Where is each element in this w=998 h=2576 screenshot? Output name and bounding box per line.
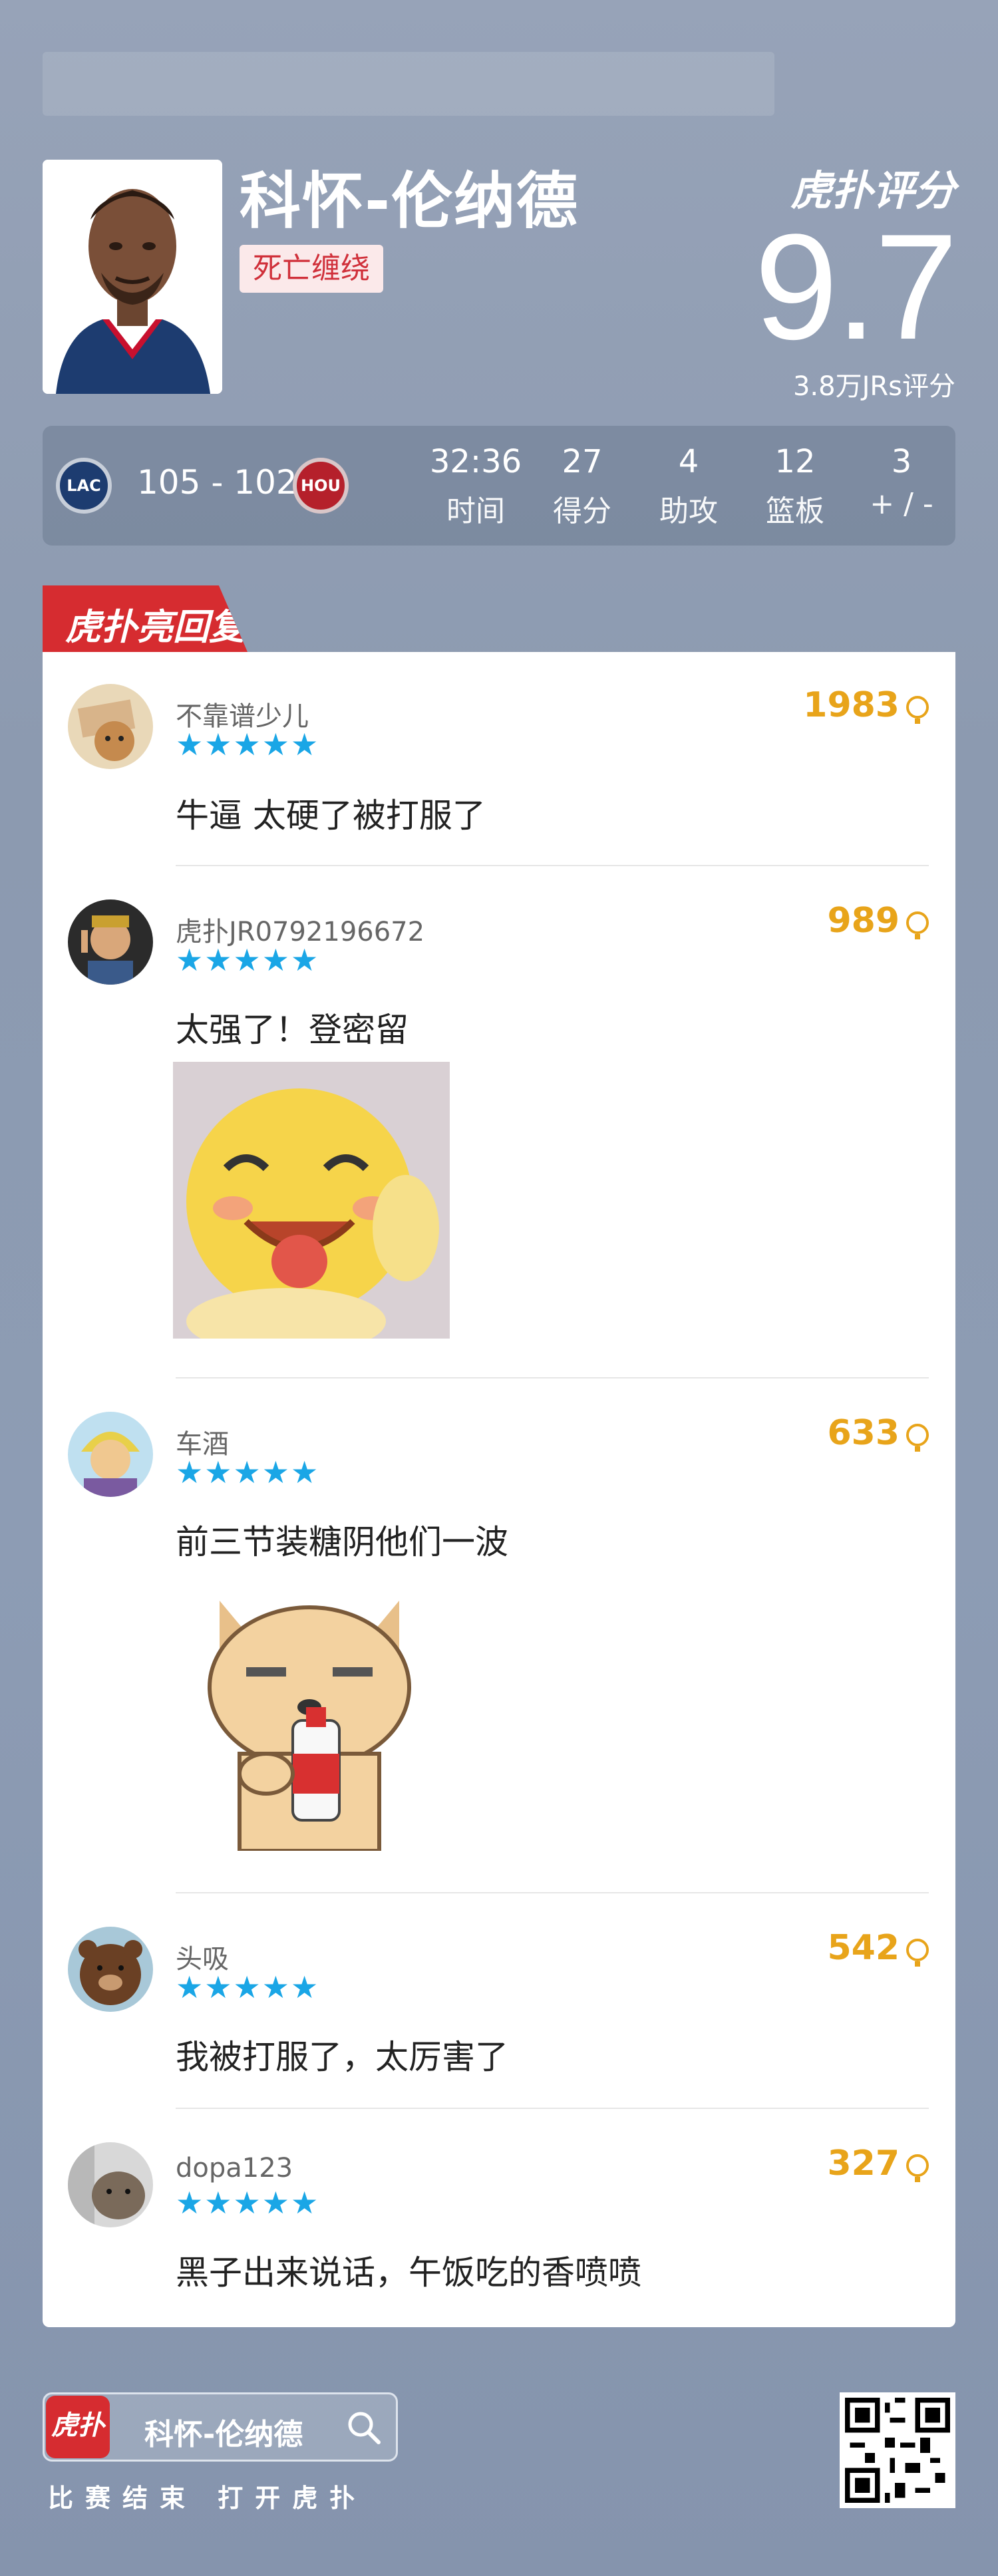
lightbulb-icon[interactable] xyxy=(906,2154,929,2182)
stat-value: 12 xyxy=(774,443,816,480)
divider xyxy=(176,2108,929,2109)
lightbulb-icon[interactable] xyxy=(906,1424,929,1452)
stat-label: 得分 xyxy=(553,494,611,528)
stat-plus-minus: 3 + / - xyxy=(852,443,951,521)
lightbulb-icon[interactable] xyxy=(906,1939,929,1967)
like-count[interactable]: 1983 xyxy=(803,685,929,725)
rating-stars: ★★★★★ xyxy=(176,726,320,762)
user-avatar[interactable] xyxy=(68,899,153,985)
stat-value: 4 xyxy=(678,443,699,480)
player-tag: 死亡缠绕 xyxy=(240,245,383,293)
stat-label: 助攻 xyxy=(659,494,718,528)
divider xyxy=(176,865,929,866)
team-logo-lac: LAC xyxy=(56,458,112,514)
user-avatar[interactable] xyxy=(68,1412,153,1497)
like-count-value: 327 xyxy=(827,2144,900,2183)
rating-stars: ★★★★★ xyxy=(176,942,320,978)
highlight-replies-tab: 虎扑亮回复 xyxy=(43,585,248,652)
like-count-value: 989 xyxy=(827,901,900,941)
rating-count: 3.8万JRs评分 xyxy=(792,371,955,402)
like-count[interactable]: 542 xyxy=(827,1928,929,1968)
lightbulb-icon[interactable] xyxy=(906,911,929,939)
comments-panel: 不靠谱少儿 ★★★★★ 1983 牛逼 太硬了被打服了 虎扑JR07921966… xyxy=(43,652,955,2327)
app-search-text: 科怀-伦纳德 xyxy=(144,2418,303,2452)
stat-rebounds: 12 篮板 xyxy=(745,443,845,530)
stat-value: 3 xyxy=(891,443,912,480)
rating-stars: ★★★★★ xyxy=(176,1454,320,1490)
user-avatar[interactable] xyxy=(68,684,153,769)
stat-assists: 4 助攻 xyxy=(639,443,739,530)
like-count[interactable]: 989 xyxy=(827,901,929,941)
rating-stars: ★★★★★ xyxy=(176,2185,320,2221)
user-avatar[interactable] xyxy=(68,1927,153,2012)
game-stats-bar: LAC 105 - 102 HOU 32:36 时间 27 得分 4 助攻 12… xyxy=(43,426,955,546)
comment-text: 黑子出来说话，午饭吃的香喷喷 xyxy=(176,2253,641,2292)
search-icon[interactable] xyxy=(345,2409,383,2449)
divider xyxy=(176,1377,929,1378)
stat-label: + / - xyxy=(870,487,933,521)
stat-label: 篮板 xyxy=(766,494,824,528)
hupu-app-icon[interactable]: 虎扑 xyxy=(46,2396,110,2458)
comment-text: 太强了！登密留 xyxy=(176,1011,409,1049)
player-name: 科怀-伦纳德 xyxy=(240,166,580,237)
rating-stars: ★★★★★ xyxy=(176,1969,320,2005)
qr-code[interactable] xyxy=(840,2392,955,2508)
stat-value: 32:36 xyxy=(429,443,522,480)
comment-text: 前三节装糖阴他们一波 xyxy=(176,1523,508,1561)
like-count-value: 542 xyxy=(827,1928,900,1968)
stat-points: 27 得分 xyxy=(532,443,632,530)
rating-score: 9.7 xyxy=(754,202,958,371)
sticker-image-shiba-drinking[interactable] xyxy=(173,1574,450,1851)
like-count[interactable]: 327 xyxy=(827,2144,929,2183)
team-logo-hou: HOU xyxy=(293,458,349,514)
footer-cta-text: 比赛结束 打开虎扑 xyxy=(48,2484,367,2513)
stat-value: 27 xyxy=(562,443,603,480)
user-avatar[interactable] xyxy=(68,2142,153,2227)
lightbulb-icon[interactable] xyxy=(906,696,929,724)
blurred-header-bar xyxy=(43,52,774,116)
stat-time: 32:36 时间 xyxy=(426,443,526,530)
app-search-bar[interactable]: 虎扑 科怀-伦纳德 xyxy=(43,2392,398,2462)
stat-label: 时间 xyxy=(446,494,505,528)
sticker-image-tongue-emoji[interactable] xyxy=(173,1062,450,1339)
like-count-value: 1983 xyxy=(803,685,900,725)
comment-text: 我被打服了，太厉害了 xyxy=(176,2038,508,2076)
divider xyxy=(176,1892,929,1893)
like-count[interactable]: 633 xyxy=(827,1413,929,1453)
like-count-value: 633 xyxy=(827,1413,900,1453)
player-photo xyxy=(43,160,222,394)
comment-text: 牛逼 太硬了被打服了 xyxy=(176,796,486,835)
game-score: 105 - 102 xyxy=(137,463,297,502)
comment-username[interactable]: dopa123 xyxy=(176,2153,293,2183)
